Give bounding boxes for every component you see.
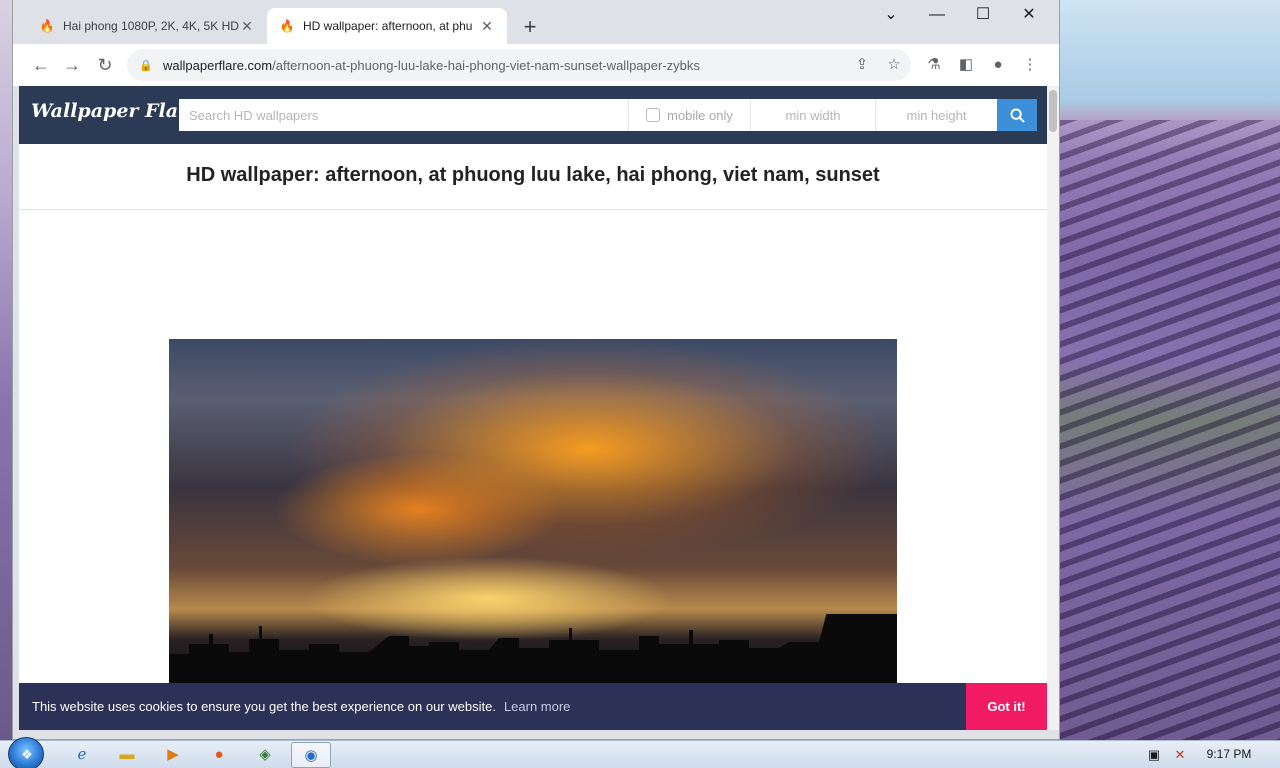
- desktop-lavender-field: [1060, 120, 1280, 740]
- forward-button[interactable]: →: [58, 52, 86, 78]
- mobile-only-checkbox[interactable]: [646, 108, 661, 122]
- taskbar: ❖ ℯ ▬ ▶ ● ◈ ◉ ▣ ✕ 9:17 PM: [0, 737, 1280, 768]
- page-viewport: Wallpaper Flare mobile only HD wallpaper…: [19, 86, 1047, 730]
- network-tray-icon[interactable]: ▣: [1142, 742, 1166, 768]
- tab-hai-phong[interactable]: 🔥 Hai phong 1080P, 2K, 4K, 5K HD ✕: [27, 8, 267, 44]
- search-button[interactable]: [997, 99, 1037, 131]
- got-it-button[interactable]: Got it!: [966, 683, 1047, 730]
- side-panel-icon[interactable]: ◧: [952, 52, 980, 78]
- search-icon: [1009, 108, 1025, 123]
- tab-title: Hai phong 1080P, 2K, 4K, 5K HD: [63, 19, 239, 33]
- browser-window: 🔥 Hai phong 1080P, 2K, 4K, 5K HD ✕ 🔥 HD …: [12, 0, 1060, 740]
- flame-icon: 🔥: [39, 19, 55, 33]
- mobile-only-toggle[interactable]: mobile only: [629, 99, 751, 131]
- chrome-icon[interactable]: ◉: [291, 742, 331, 768]
- scrollbar-thumb[interactable]: [1049, 90, 1057, 132]
- site-header: Wallpaper Flare mobile only: [19, 86, 1047, 144]
- mobile-only-label: mobile only: [667, 107, 733, 123]
- close-tab-icon[interactable]: ✕: [239, 18, 255, 34]
- bookmark-star-icon[interactable]: ☆: [882, 52, 906, 78]
- page-scrollbar[interactable]: [1047, 86, 1059, 730]
- media-player-icon[interactable]: ▶: [153, 742, 193, 768]
- windows-logo-icon: ❖: [21, 747, 33, 762]
- back-button[interactable]: ←: [27, 52, 55, 78]
- city-skyline-silhouette: [169, 614, 897, 684]
- address-bar[interactable]: 🔒 wallpaperflare.com /afternoon-at-phuon…: [127, 49, 911, 81]
- search-input[interactable]: [179, 99, 629, 131]
- close-window-button[interactable]: ✕: [1006, 4, 1052, 28]
- title-divider: [19, 209, 1047, 210]
- desktop-edge: [0, 0, 12, 740]
- start-button[interactable]: ❖: [8, 737, 44, 768]
- cookie-message: This website uses cookies to ensure you …: [32, 699, 496, 714]
- site-logo[interactable]: Wallpaper Flare: [31, 100, 200, 122]
- lock-icon: 🔒: [139, 59, 153, 72]
- learn-more-link[interactable]: Learn more: [504, 699, 570, 714]
- cookie-banner: This website uses cookies to ensure you …: [19, 683, 1047, 730]
- new-tab-button[interactable]: +: [516, 14, 544, 42]
- min-height-input[interactable]: [876, 99, 997, 131]
- firefox-icon[interactable]: ●: [199, 742, 239, 768]
- extensions-icon[interactable]: ⚗: [920, 52, 948, 78]
- tab-search-dropdown-icon[interactable]: ⌄: [868, 4, 914, 28]
- share-icon[interactable]: ⇪: [850, 52, 874, 78]
- tab-title: HD wallpaper: afternoon, at phu: [303, 19, 473, 33]
- minimize-button[interactable]: —: [914, 4, 960, 28]
- file-explorer-icon[interactable]: ▬: [107, 742, 147, 768]
- network-app-icon[interactable]: ◈: [245, 742, 285, 768]
- browser-toolbar: ← → ↻ 🔒 wallpaperflare.com /afternoon-at…: [13, 44, 1059, 86]
- volume-muted-icon[interactable]: ✕: [1168, 742, 1192, 768]
- url-path: /afternoon-at-phuong-luu-lake-hai-phong-…: [272, 57, 700, 73]
- reload-button[interactable]: ↻: [91, 52, 119, 78]
- wallpaper-image[interactable]: [169, 339, 897, 684]
- search-bar: mobile only: [179, 99, 997, 131]
- flame-icon: 🔥: [279, 19, 295, 33]
- menu-kebab-icon[interactable]: ⋮: [1016, 52, 1044, 78]
- min-width-input[interactable]: [751, 99, 876, 131]
- system-clock[interactable]: 9:17 PM: [1198, 741, 1260, 768]
- internet-explorer-icon[interactable]: ℯ: [62, 742, 102, 768]
- tab-hd-wallpaper[interactable]: 🔥 HD wallpaper: afternoon, at phu ✕: [267, 8, 507, 44]
- page-title: HD wallpaper: afternoon, at phuong luu l…: [186, 164, 880, 186]
- profile-avatar-icon[interactable]: ●: [984, 52, 1012, 78]
- close-tab-icon[interactable]: ✕: [479, 18, 495, 34]
- maximize-button[interactable]: ☐: [960, 4, 1006, 28]
- url-host: wallpaperflare.com: [163, 57, 273, 73]
- tab-strip: 🔥 Hai phong 1080P, 2K, 4K, 5K HD ✕ 🔥 HD …: [13, 0, 1059, 44]
